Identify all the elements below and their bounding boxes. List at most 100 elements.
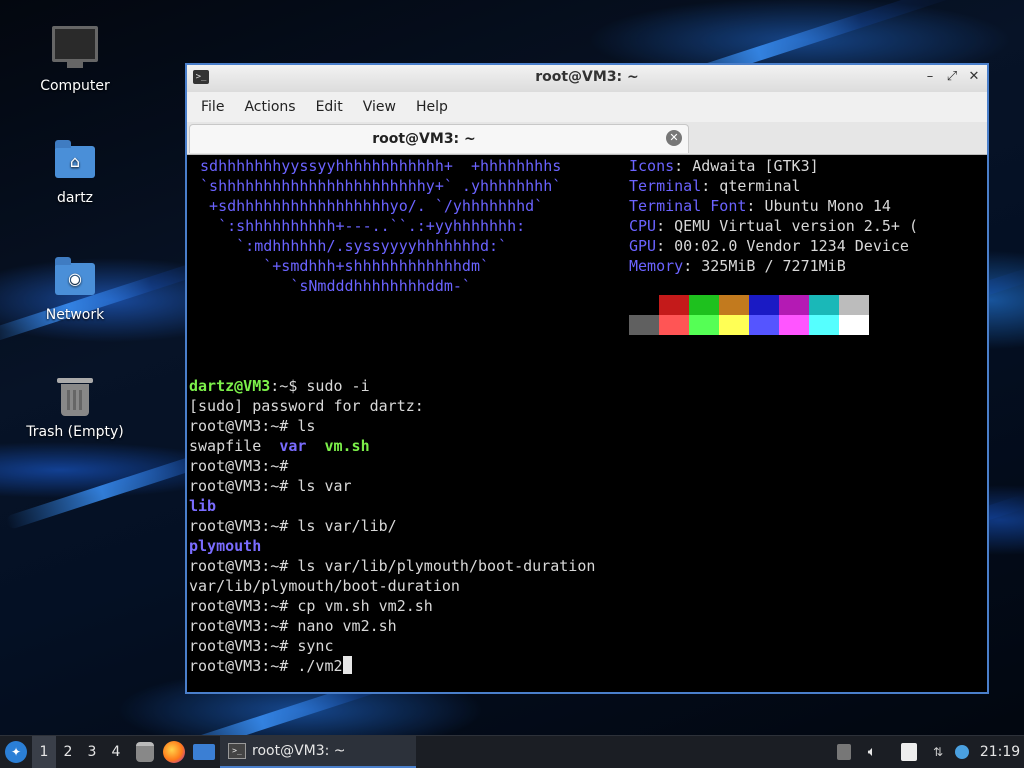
tab-close-icon[interactable]: ✕ (666, 130, 682, 146)
volume-icon: 🔈︎ (867, 744, 877, 760)
desktop-icon-label: dartz (56, 190, 94, 206)
color-swatch (689, 315, 719, 335)
output-text: root@VM3:~# nano vm2.sh (189, 617, 397, 635)
menu-help[interactable]: Help (406, 99, 458, 115)
color-swatch (839, 295, 869, 315)
tray-notifications[interactable] (952, 736, 972, 768)
network-icon: ⇅ (932, 745, 944, 759)
color-swatch (809, 315, 839, 335)
taskbar-task-terminal[interactable]: >_ root@VM3: ~ (220, 736, 416, 768)
output-text: var/lib/plymouth/boot-duration (189, 577, 460, 595)
color-swatch (779, 295, 809, 315)
tray-volume[interactable]: 🔈︎ (862, 736, 882, 768)
workspace-1[interactable]: 1 (32, 736, 56, 768)
network-folder-icon: ◉ (51, 255, 99, 303)
desktop-icon-label: Network (45, 307, 105, 323)
sysinfo-line: Icons: Adwaita [GTK3] (629, 156, 819, 176)
output-text: root@VM3:~# ls var/lib/plymouth/boot-dur… (189, 557, 596, 575)
ascii-art-line: `:mdhhhhhh/.syssyyyyhhhhhhhd:` (191, 237, 508, 255)
terminal-line: dartz@VM3:~$ sudo -i (189, 376, 370, 396)
menu-edit[interactable]: Edit (306, 99, 353, 115)
text-cursor (342, 656, 352, 674)
menu-view[interactable]: View (353, 99, 406, 115)
color-swatch (629, 295, 659, 315)
maximize-button[interactable]: ⤢ (945, 69, 959, 84)
minimize-button[interactable]: – (923, 69, 937, 84)
color-swatch (839, 315, 869, 335)
desktop-icon-network[interactable]: ◉ Network (15, 255, 135, 323)
terminal-window: >_ root@VM3: ~ – ⤢ ✕ File Actions Edit V… (185, 63, 989, 694)
clock[interactable]: 21:19 (978, 736, 1022, 768)
sysinfo-label: Icons (629, 157, 675, 175)
terminal-line: var/lib/plymouth/boot-duration (189, 576, 460, 596)
output-token: swapfile (189, 437, 280, 455)
sysinfo-label: Terminal Font (629, 197, 747, 215)
terminal-line: root@VM3:~# ls (189, 416, 315, 436)
ascii-art-line: `sNmdddhhhhhhhhddm-` (191, 277, 471, 295)
firefox-launcher[interactable] (162, 736, 186, 768)
notification-icon (955, 745, 969, 759)
desktop-icon-label: Trash (Empty) (26, 424, 124, 440)
computer-icon (51, 26, 99, 74)
terminal-output[interactable]: sdhhhhhhhyyssyyhhhhhhhhhhhh+ +hhhhhhhhs … (187, 156, 987, 692)
tab-terminal[interactable]: root@VM3: ~ ✕ (189, 124, 689, 153)
workspace-2[interactable]: 2 (56, 736, 80, 768)
prompt-path: :~$ (270, 377, 307, 395)
file-manager-launcher[interactable] (133, 736, 157, 768)
workspace-4[interactable]: 4 (104, 736, 128, 768)
sysinfo-label: CPU (629, 217, 657, 235)
output-token: var (279, 437, 307, 455)
sysinfo-value: : Adwaita [GTK3] (674, 157, 819, 175)
menu-file[interactable]: File (191, 99, 234, 115)
start-menu-button[interactable]: ✦ (4, 736, 28, 768)
tray-updates[interactable] (834, 736, 854, 768)
tray-network[interactable]: ⇅ (928, 736, 948, 768)
color-swatch (659, 295, 689, 315)
output-text: plymouth (189, 537, 262, 555)
desktop-icon-dartz[interactable]: ⌂ dartz (15, 138, 135, 206)
firefox-icon (163, 741, 185, 763)
file-manager-icon (136, 742, 154, 762)
color-swatch (689, 295, 719, 315)
output-token (306, 437, 324, 455)
output-text: [sudo] password for dartz: (189, 397, 424, 415)
ascii-art-line: `:shhhhhhhhhh+---..``.:+yyhhhhhhh: (191, 217, 526, 235)
package-icon (837, 744, 851, 760)
output-text: root@VM3:~# ls var (189, 477, 352, 495)
taskbar: ✦ 1 2 3 4 >_ root@VM3: ~ 🔈︎ ⇅ 21:19 (0, 735, 1024, 768)
clipboard-icon (901, 743, 917, 761)
workspace-3[interactable]: 3 (80, 736, 104, 768)
terminal-line: lib (189, 496, 216, 516)
terminal-line: root@VM3:~# (189, 456, 288, 476)
window-titlebar[interactable]: >_ root@VM3: ~ – ⤢ ✕ (187, 65, 987, 92)
sysinfo-label: Terminal (629, 177, 702, 195)
terminal-line: root@VM3:~# cp vm.sh vm2.sh (189, 596, 433, 616)
color-swatch (719, 295, 749, 315)
ascii-art-line: sdhhhhhhhyyssyyhhhhhhhhhhhh+ +hhhhhhhhs (191, 157, 562, 175)
sysinfo-line: CPU: QEMU Virtual version 2.5+ ( (629, 216, 918, 236)
sysinfo-value: : 325MiB / 7271MiB (683, 257, 846, 275)
output-text: root@VM3:~# ./vm2 (189, 657, 343, 675)
desktop-icon-trash[interactable]: Trash (Empty) (15, 372, 135, 440)
home-folder-icon: ⌂ (51, 138, 99, 186)
task-label: root@VM3: ~ (252, 743, 346, 759)
close-button[interactable]: ✕ (967, 69, 981, 84)
terminal-line: root@VM3:~# sync (189, 636, 334, 656)
tab-label: root@VM3: ~ (372, 131, 476, 147)
ascii-art-line: +sdhhhhhhhhhhhhhhhhhyo/. `/yhhhhhhhd` (191, 197, 544, 215)
show-desktop-button[interactable] (192, 736, 216, 768)
terminal-line: [sudo] password for dartz: (189, 396, 424, 416)
menu-actions[interactable]: Actions (234, 99, 305, 115)
sysinfo-line: Terminal: qterminal (629, 176, 801, 196)
menubar: File Actions Edit View Help (187, 92, 987, 122)
command-text: sudo -i (306, 377, 370, 395)
desktop-icon-computer[interactable]: Computer (15, 22, 135, 94)
tray-clipboard[interactable] (898, 736, 920, 768)
output-text: lib (189, 497, 217, 515)
terminal-line: swapfile var vm.sh (189, 436, 370, 456)
sysinfo-label: Memory (629, 257, 684, 275)
output-text: root@VM3:~# sync (189, 637, 334, 655)
sysinfo-value: : qterminal (701, 177, 801, 195)
output-text: root@VM3:~# ls var/lib/ (189, 517, 397, 535)
sysinfo-line: Memory: 325MiB / 7271MiB (629, 256, 846, 276)
